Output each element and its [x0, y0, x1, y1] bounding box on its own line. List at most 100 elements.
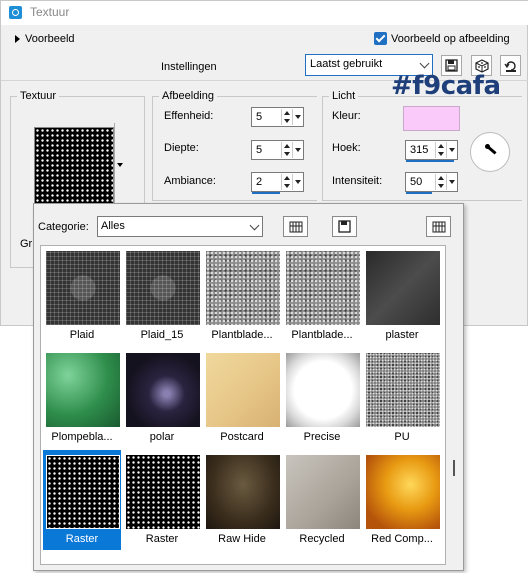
angle-dial[interactable] — [470, 132, 510, 172]
texture-thumbnail — [366, 251, 440, 325]
expand-triangle-icon — [15, 35, 20, 43]
texture-tile[interactable]: Plaid — [43, 246, 121, 346]
angle-label: Hoek: — [332, 142, 361, 154]
texture-thumbnail — [206, 455, 280, 529]
image-group-title: Afbeelding — [159, 90, 217, 102]
color-label: Kleur: — [332, 110, 361, 122]
texture-caption: plaster — [385, 329, 419, 341]
grid-icon — [432, 221, 445, 232]
preview-toggle[interactable]: Voorbeeld — [15, 33, 75, 45]
angle-stepper[interactable]: 315 — [405, 140, 458, 162]
texture-thumbnail — [366, 353, 440, 427]
reset-button[interactable] — [500, 55, 521, 76]
texture-caption: PU — [394, 431, 410, 443]
spin-updown-icon[interactable] — [281, 142, 291, 158]
chevron-down-icon — [419, 58, 430, 69]
reset-icon — [503, 60, 516, 72]
category-label: Categorie: — [38, 221, 89, 233]
title-bar: Textuur — [1, 1, 528, 25]
texture-group-title: Textuur — [17, 90, 60, 102]
texture-tile[interactable]: Plaid_15 — [123, 246, 201, 346]
texture-tile[interactable]: Plantblade... — [283, 246, 361, 346]
angle-level-bar — [406, 160, 454, 162]
angle-value: 315 — [410, 144, 429, 156]
intensity-level-bar — [406, 192, 432, 194]
texture-thumbnail — [206, 353, 280, 427]
texture-thumbnail — [286, 455, 360, 529]
texture-thumbnail — [126, 353, 200, 427]
floppy-disk-icon — [338, 220, 351, 233]
texture-dropdown-arrow[interactable] — [114, 123, 124, 211]
category-dropdown[interactable]: Alles — [97, 216, 263, 237]
depth-value: 5 — [256, 144, 263, 156]
texture-tile[interactable]: Recycled — [283, 450, 361, 550]
texture-tile[interactable]: Precise — [283, 348, 361, 448]
texture-tile[interactable]: PU — [363, 348, 441, 448]
texture-caption: Precise — [303, 431, 341, 443]
grid-view-button[interactable] — [426, 216, 451, 237]
preview-toggle-label: Voorbeeld — [25, 33, 75, 45]
texture-tile[interactable]: Red Comp... — [363, 450, 441, 550]
texture-caption: Plaid_15 — [140, 329, 184, 341]
texture-caption: Postcard — [220, 431, 264, 443]
texture-grid: Plaid Plaid_15 Plantblade... Plantblade.… — [40, 245, 446, 565]
dropdown-arrow-icon[interactable] — [292, 109, 302, 125]
camera-icon — [9, 6, 22, 19]
dropdown-arrow-icon[interactable] — [292, 142, 302, 158]
texture-caption: Plantblade... — [211, 329, 273, 341]
texture-caption: Raster — [145, 533, 179, 545]
intensity-stepper[interactable]: 50 — [405, 172, 458, 194]
texture-tile[interactable]: Raw Hide — [203, 450, 281, 550]
texture-tile[interactable]: Postcard — [203, 348, 281, 448]
ambiance-stepper[interactable]: 2 — [251, 172, 304, 194]
texture-tile[interactable]: Plantblade... — [203, 246, 281, 346]
spin-updown-icon[interactable] — [435, 142, 445, 158]
category-value: Alles — [101, 220, 125, 232]
scrollbar-thumb[interactable] — [453, 460, 455, 476]
texture-thumbnail — [126, 455, 200, 529]
preview-on-image-checkbox[interactable]: Voorbeeld op afbeelding — [374, 32, 510, 45]
color-hex-annotation: #f9cafa — [391, 71, 501, 101]
texture-thumbnail — [46, 455, 120, 529]
texture-thumbnail — [46, 251, 120, 325]
spin-updown-icon[interactable] — [281, 174, 291, 190]
texture-caption: polar — [149, 431, 175, 443]
smoothness-value: 5 — [256, 111, 263, 123]
ambiance-label: Ambiance: — [164, 175, 216, 187]
texture-caption: Plantblade... — [291, 329, 353, 341]
texture-thumbnail — [286, 251, 360, 325]
texture-grid-scrollbar[interactable] — [448, 245, 460, 565]
depth-label: Diepte: — [164, 142, 199, 154]
ambiance-level-bar — [252, 192, 280, 194]
texture-preview-swatch[interactable] — [34, 127, 114, 207]
dropdown-arrow-icon[interactable] — [446, 174, 456, 190]
settings-label: Instellingen — [161, 61, 217, 73]
texture-tile[interactable]: plaster — [363, 246, 441, 346]
spin-updown-icon[interactable] — [435, 174, 445, 190]
save-texture-button[interactable] — [332, 216, 357, 237]
preview-on-image-label: Voorbeeld op afbeelding — [391, 32, 510, 45]
texture-caption: Plaid — [69, 329, 95, 341]
group-label-partial: Gr — [20, 238, 33, 250]
texture-caption: Red Comp... — [371, 533, 433, 545]
texture-tile[interactable]: Raster — [123, 450, 201, 550]
thumbnail-size-button[interactable] — [283, 216, 308, 237]
preset-value: Laatst gebruikt — [310, 58, 383, 70]
grid-icon — [289, 221, 302, 232]
dropdown-arrow-icon[interactable] — [446, 142, 456, 158]
dropdown-arrow-icon[interactable] — [292, 174, 302, 190]
texture-thumbnail — [46, 353, 120, 427]
texture-tile[interactable]: Plompebla... — [43, 348, 121, 448]
spin-updown-icon[interactable] — [281, 109, 291, 125]
smoothness-stepper[interactable]: 5 — [251, 107, 304, 127]
texture-thumbnail — [126, 251, 200, 325]
texture-tile[interactable]: polar — [123, 348, 201, 448]
intensity-value: 50 — [410, 176, 423, 188]
window-title: Textuur — [30, 5, 70, 19]
light-color-swatch[interactable] — [403, 106, 460, 131]
depth-stepper[interactable]: 5 — [251, 140, 304, 160]
texture-tile[interactable]: Raster — [43, 450, 121, 550]
texture-caption: Plompebla... — [51, 431, 113, 443]
texture-picker-popup: Categorie: Alles Plaid Plaid_15 Plantbla… — [33, 203, 464, 571]
checkbox-checked-icon[interactable] — [374, 32, 387, 45]
